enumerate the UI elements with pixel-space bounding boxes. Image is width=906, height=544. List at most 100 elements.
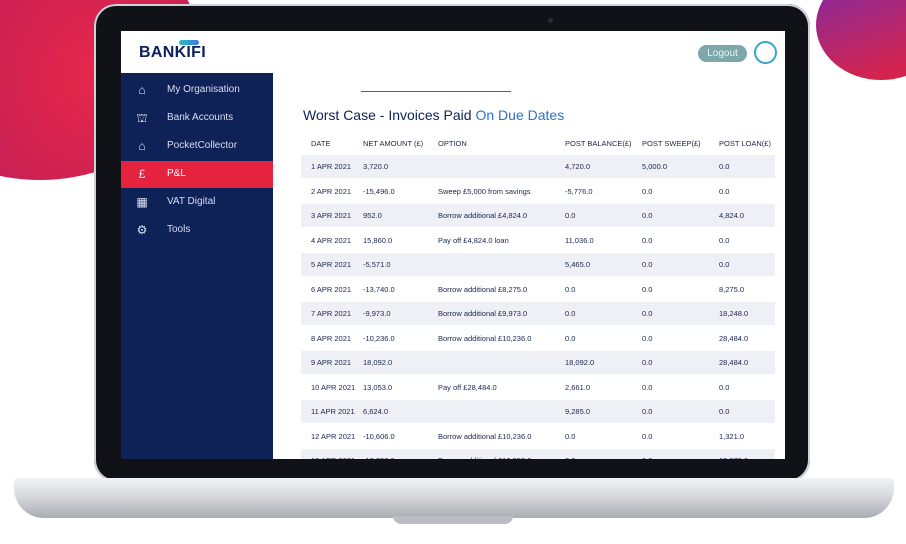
cell-net-amount: -10,236.0	[363, 333, 395, 343]
column-header-post-loan[interactable]: POST LOAN(£)	[719, 139, 771, 148]
table-row[interactable]: 11 APR 2021 6,624.0 9,285.0 0.0 0.0	[301, 400, 775, 423]
table-row[interactable]: 2 APR 2021 -15,496.0 Sweep £5,000 from sav…	[301, 180, 775, 203]
cell-post-sweep: 0.0	[642, 382, 653, 392]
cell-post-loan: 0.0	[719, 407, 730, 416]
cell-net-amount: -13,952.0	[363, 456, 395, 459]
sidebar: ⌂ My Organisation ⛫ Bank Accounts ⌂ Pock…	[121, 73, 273, 459]
table-row[interactable]: 9 APR 2021 18,092.0 18,092.0 0.0 28,484.0	[301, 351, 775, 374]
cell-option: Borrow additional £4,824.0	[438, 211, 528, 220]
column-header-post-sweep[interactable]: POST SWEEP(£)	[642, 139, 701, 148]
cell-post-loan: 8,275.0	[719, 284, 745, 294]
sidebar-item-label: VAT Digital	[167, 196, 216, 207]
cell-net-amount: -9,973.0	[363, 309, 391, 318]
cell-post-loan: 0.0	[719, 382, 730, 392]
cell-option: Borrow additional £8,275.0	[438, 284, 528, 294]
cell-post-loan: 18,248.0	[719, 309, 749, 318]
cell-date: 12 APR 2021	[311, 431, 356, 441]
sidebar-item-pl[interactable]: £ P&L	[121, 161, 273, 188]
column-header-date[interactable]: DATE	[311, 139, 330, 148]
sidebar-item-label: PocketCollector	[167, 140, 238, 151]
column-header-net-amount[interactable]: NET AMOUNT (£)	[363, 139, 423, 148]
cell-date: 4 APR 2021	[311, 235, 352, 245]
cell-net-amount: 952.0	[363, 211, 382, 220]
sidebar-item-tools[interactable]: ⚙ Tools	[121, 217, 273, 244]
bank-icon: ⛫	[136, 111, 148, 125]
cell-post-sweep: 0.0	[642, 260, 653, 269]
cell-option: Pay off £4,824.0 loan	[438, 235, 509, 245]
table-row[interactable]: 13 APR 2021 -13,952.0 Borrow additional £1…	[301, 449, 775, 459]
cell-option: Borrow additional £13,952.0	[438, 456, 531, 459]
cell-date: 2 APR 2021	[311, 186, 352, 196]
cell-date: 10 APR 2021	[311, 382, 356, 392]
table-row[interactable]: 10 APR 2021 13,053.0 Pay off £28,484.0 2,66…	[301, 376, 775, 399]
cell-net-amount: -15,496.0	[363, 186, 395, 196]
pound-icon: £	[138, 167, 146, 181]
cell-net-amount: 15,860.0	[363, 235, 393, 245]
table-row[interactable]: 4 APR 2021 15,860.0 Pay off £4,824.0 loan 1…	[301, 229, 775, 252]
cell-date: 8 APR 2021	[311, 333, 352, 343]
sidebar-item-bank-accounts[interactable]: ⛫ Bank Accounts	[121, 105, 273, 132]
cell-post-sweep: 0.0	[642, 309, 653, 318]
cell-post-loan: 15,273.0	[719, 456, 748, 459]
cell-date: 1 APR 2021	[311, 162, 352, 171]
top-bar: BANKIFI Logout	[121, 31, 785, 73]
table-row[interactable]: 5 APR 2021 -5,571.0 5,465.0 0.0 0.0	[301, 253, 775, 276]
sidebar-item-label: My Organisation	[167, 84, 240, 95]
cell-post-balance: 0.0	[565, 211, 576, 220]
sidebar-item-pocketcollector[interactable]: ⌂ PocketCollector	[121, 133, 273, 160]
column-header-post-balance[interactable]: POST BALANCE(£)	[565, 139, 632, 148]
cell-net-amount: -10,606.0	[363, 431, 395, 441]
cell-option: Borrow additional £9,973.0	[438, 309, 528, 318]
cell-post-sweep: 0.0	[642, 186, 653, 196]
laptop-base	[14, 478, 894, 518]
cell-post-balance: 0.0	[565, 333, 576, 343]
table-row[interactable]: 3 APR 2021 952.0 Borrow additional £4,824.…	[301, 204, 775, 227]
cell-post-loan: 28,484.0	[719, 358, 749, 367]
table-header: DATE NET AMOUNT (£) OPTION POST BALANCE(…	[303, 135, 773, 151]
cell-post-loan: 0.0	[719, 235, 730, 245]
cell-date: 7 APR 2021	[311, 309, 352, 318]
app-screen: BANKIFI Logout ⌂ My Organisation ⛫ Bank …	[121, 31, 785, 459]
cell-post-sweep: 0.0	[642, 431, 653, 441]
table-row[interactable]: 1 APR 2021 3,720.0 4,720.0 5,000.0 0.0	[301, 155, 775, 178]
cell-post-balance: 5,465.0	[565, 260, 591, 269]
table-row[interactable]: 12 APR 2021 -10,606.0 Borrow additional £1…	[301, 425, 775, 448]
cell-post-loan: 1,321.0	[719, 431, 745, 441]
sidebar-item-vat-digital[interactable]: ▦ VAT Digital	[121, 189, 273, 216]
column-header-option[interactable]: OPTION	[438, 139, 467, 148]
calendar-icon: ▦	[136, 195, 148, 209]
table-row[interactable]: 6 APR 2021 -13,740.0 Borrow additional £8,…	[301, 278, 775, 301]
cell-post-balance: 18,092.0	[565, 358, 595, 367]
cell-date: 6 APR 2021	[311, 284, 352, 294]
table-row[interactable]: 8 APR 2021 -10,236.0 Borrow additional £10…	[301, 327, 775, 350]
laptop-notch	[393, 516, 513, 524]
cell-post-sweep: 0.0	[642, 211, 653, 220]
brand-swoosh-right	[816, 0, 906, 80]
cell-date: 11 APR 2021	[311, 407, 355, 416]
cell-option: Pay off £28,484.0	[438, 382, 497, 392]
cell-post-balance: 0.0	[565, 309, 576, 318]
cell-post-sweep: 0.0	[642, 358, 653, 367]
table-row[interactable]: 7 APR 2021 -9,973.0 Borrow additional £9,9…	[301, 302, 775, 325]
page-title-main: Worst Case - Invoices Paid	[303, 107, 472, 123]
cell-post-balance: -5,776.0	[565, 186, 593, 196]
cell-post-sweep: 0.0	[642, 456, 652, 459]
cell-post-loan: 0.0	[719, 162, 730, 171]
cell-post-sweep: 0.0	[642, 284, 653, 294]
avatar[interactable]	[754, 41, 777, 64]
cell-net-amount: 13,053.0	[363, 382, 393, 392]
sidebar-item-my-organisation[interactable]: ⌂ My Organisation	[121, 77, 273, 104]
cell-net-amount: -13,740.0	[363, 284, 395, 294]
home-icon: ⌂	[138, 139, 146, 153]
cell-post-balance: 0.0	[565, 284, 576, 294]
page-title-accent: On Due Dates	[475, 107, 565, 123]
cell-post-balance: 11,036.0	[565, 235, 594, 245]
logout-button[interactable]: Logout	[698, 45, 747, 62]
cell-date: 5 APR 2021	[311, 260, 352, 269]
sidebar-item-label: P&L	[167, 168, 186, 179]
cell-post-sweep: 5,000.0	[642, 162, 668, 171]
cell-net-amount: 3,720.0	[363, 162, 389, 171]
cell-post-loan: 0.0	[719, 186, 730, 196]
brand-logo[interactable]: BANKIFI	[139, 44, 206, 62]
cell-post-loan: 0.0	[719, 260, 730, 269]
